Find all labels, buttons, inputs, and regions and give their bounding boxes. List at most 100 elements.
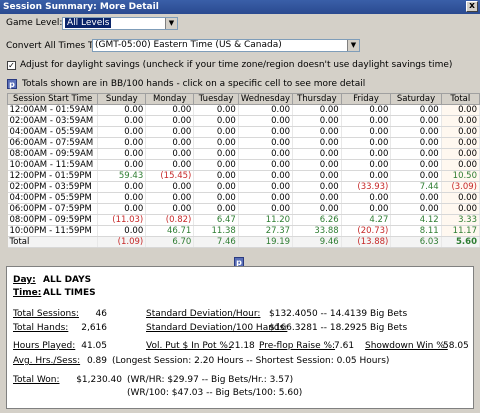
bb100-cell[interactable]: 0.00: [238, 115, 294, 127]
bb100-cell[interactable]: 0.00: [97, 104, 147, 116]
bb100-cell[interactable]: 11.20: [238, 214, 294, 226]
bb100-cell[interactable]: 0.00: [292, 115, 342, 127]
bb100-cell[interactable]: 0.00: [145, 159, 195, 171]
table-row[interactable]: 02:00AM - 03:59AM 0.00 0.00 0.00 0.00 0.00 0.0…: [7, 115, 480, 127]
bb100-cell[interactable]: 0.00: [238, 170, 294, 182]
table-row[interactable]: 06:00PM - 07:59PM 0.00 0.00 0.00 0.00 0.00 0.0…: [7, 203, 480, 215]
bb100-cell[interactable]: 0.00: [390, 148, 442, 160]
bb100-cell[interactable]: 0.00: [145, 192, 195, 204]
bb100-cell[interactable]: 0.00: [145, 148, 195, 160]
table-row[interactable]: 10:00PM - 11:59PM 0.00 46.71 11.38 27.37 33.8…: [7, 225, 480, 237]
bb100-cell[interactable]: 0.00: [97, 126, 147, 138]
table-row[interactable]: 12:00AM - 01:59AM 0.00 0.00 0.00 0.00 0.00 0.0…: [7, 104, 480, 116]
day-total-cell[interactable]: 6.03: [390, 236, 442, 248]
row-total-cell[interactable]: (3.09): [441, 181, 480, 193]
bb100-cell[interactable]: 0.00: [97, 148, 147, 160]
grand-total-cell[interactable]: 5.60: [441, 236, 480, 248]
bb100-cell[interactable]: (33.93): [341, 181, 392, 193]
bb100-cell[interactable]: 59.43: [97, 170, 147, 182]
bb100-cell[interactable]: 0.00: [193, 115, 239, 127]
bb100-cell[interactable]: (20.73): [341, 225, 392, 237]
bb100-cell[interactable]: 0.00: [292, 181, 342, 193]
chevron-down-icon[interactable]: ▼: [347, 40, 359, 51]
day-total-cell[interactable]: 7.46: [193, 236, 239, 248]
bb100-cell[interactable]: 7.44: [390, 181, 442, 193]
bb100-cell[interactable]: 0.00: [341, 148, 392, 160]
bb100-cell[interactable]: 4.27: [341, 214, 392, 226]
bb100-cell[interactable]: 0.00: [145, 203, 195, 215]
day-total-cell[interactable]: (13.88): [341, 236, 392, 248]
table-row[interactable]: 10:00AM - 11:59AM 0.00 0.00 0.00 0.00 0.00 0.0…: [7, 159, 480, 171]
bb100-cell[interactable]: 6.26: [292, 214, 342, 226]
bb100-cell[interactable]: 0.00: [238, 192, 294, 204]
bb100-cell[interactable]: 0.00: [97, 159, 147, 171]
bb100-cell[interactable]: 0.00: [193, 181, 239, 193]
bb100-cell[interactable]: 0.00: [193, 148, 239, 160]
bb100-cell[interactable]: 0.00: [145, 137, 195, 149]
bb100-cell[interactable]: 0.00: [390, 137, 442, 149]
row-total-cell[interactable]: 0.00: [441, 126, 480, 138]
bb100-cell[interactable]: 0.00: [292, 192, 342, 204]
bb100-cell[interactable]: 0.00: [292, 137, 342, 149]
bb100-cell[interactable]: 0.00: [145, 126, 195, 138]
table-row[interactable]: 08:00AM - 09:59AM 0.00 0.00 0.00 0.00 0.00 0.0…: [7, 148, 480, 160]
bb100-cell[interactable]: 0.00: [292, 203, 342, 215]
bb100-cell[interactable]: 0.00: [238, 137, 294, 149]
bb100-cell[interactable]: 0.00: [390, 203, 442, 215]
bb100-cell[interactable]: 0.00: [238, 126, 294, 138]
bb100-cell[interactable]: 0.00: [193, 126, 239, 138]
bb100-cell[interactable]: 27.37: [238, 225, 294, 237]
bb100-cell[interactable]: 0.00: [341, 170, 392, 182]
bb100-cell[interactable]: 11.38: [193, 225, 239, 237]
bb100-cell[interactable]: 0.00: [341, 159, 392, 171]
bb100-cell[interactable]: 0.00: [341, 203, 392, 215]
bb100-cell[interactable]: 0.00: [292, 159, 342, 171]
bb100-cell[interactable]: 0.00: [97, 137, 147, 149]
bb100-cell[interactable]: 0.00: [193, 203, 239, 215]
row-total-cell[interactable]: 10.50: [441, 170, 480, 182]
row-total-cell[interactable]: 3.33: [441, 214, 480, 226]
bb100-cell[interactable]: 0.00: [238, 159, 294, 171]
bb100-cell[interactable]: 0.00: [97, 225, 147, 237]
bb100-cell[interactable]: 0.00: [341, 137, 392, 149]
bb100-cell[interactable]: 0.00: [238, 104, 294, 116]
bb100-cell[interactable]: 0.00: [390, 192, 442, 204]
bb100-cell[interactable]: 0.00: [238, 203, 294, 215]
game-level-select[interactable]: All Levels ▼: [62, 17, 178, 30]
row-total-cell[interactable]: 0.00: [441, 148, 480, 160]
bb100-cell[interactable]: 0.00: [145, 115, 195, 127]
bb100-cell[interactable]: 0.00: [292, 126, 342, 138]
timezone-select[interactable]: (GMT-05:00) Eastern Time (US & Canada) ▼: [92, 39, 360, 52]
bb100-cell[interactable]: 0.00: [341, 126, 392, 138]
bb100-cell[interactable]: 0.00: [193, 159, 239, 171]
bb100-cell[interactable]: 6.47: [193, 214, 239, 226]
bb100-cell[interactable]: 0.00: [238, 148, 294, 160]
bb100-cell[interactable]: 0.00: [97, 181, 147, 193]
row-total-cell[interactable]: 0.00: [441, 137, 480, 149]
row-total-cell[interactable]: 0.00: [441, 115, 480, 127]
bb100-cell[interactable]: 0.00: [145, 181, 195, 193]
bb100-cell[interactable]: 46.71: [145, 225, 195, 237]
bb100-cell[interactable]: 0.00: [292, 170, 342, 182]
bb100-cell[interactable]: 0.00: [238, 181, 294, 193]
bb100-cell[interactable]: 4.12: [390, 214, 442, 226]
table-row[interactable]: 12:00PM - 01:59PM 59.43 (15.45) 0.00 0.00 0.0…: [7, 170, 480, 182]
bb100-cell[interactable]: (15.45): [145, 170, 195, 182]
bb100-cell[interactable]: 0.00: [390, 115, 442, 127]
bb100-cell[interactable]: (11.03): [97, 214, 147, 226]
bb100-cell[interactable]: 0.00: [341, 115, 392, 127]
table-row[interactable]: 04:00PM - 05:59PM 0.00 0.00 0.00 0.00 0.00 0.0…: [7, 192, 480, 204]
day-total-cell[interactable]: 19.19: [238, 236, 294, 248]
bb100-cell[interactable]: 0.00: [97, 115, 147, 127]
bb100-cell[interactable]: 0.00: [145, 104, 195, 116]
row-total-cell[interactable]: 0.00: [441, 192, 480, 204]
day-total-cell[interactable]: 9.46: [292, 236, 342, 248]
bb100-cell[interactable]: 0.00: [390, 170, 442, 182]
bb100-cell[interactable]: 0.00: [390, 104, 442, 116]
day-total-cell[interactable]: 6.70: [145, 236, 195, 248]
close-icon[interactable]: x: [466, 1, 478, 12]
bb100-cell[interactable]: 0.00: [341, 104, 392, 116]
bb100-cell[interactable]: (0.82): [145, 214, 195, 226]
row-total-cell[interactable]: 0.00: [441, 159, 480, 171]
bb100-cell[interactable]: 0.00: [193, 137, 239, 149]
